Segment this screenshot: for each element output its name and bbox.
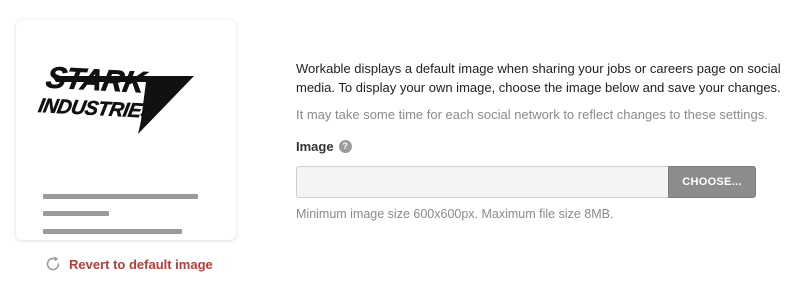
image-preview-card: STARK INDUSTRIES: [16, 20, 236, 240]
stark-industries-logo: STARK INDUSTRIES: [26, 56, 198, 146]
image-file-input[interactable]: [296, 166, 668, 198]
revert-label: Revert to default image: [69, 256, 213, 272]
logo-text-stark: STARK: [43, 61, 148, 100]
revert-icon: [46, 256, 60, 271]
description-line: media. To display your own image, choose…: [296, 80, 781, 95]
description-line: Workable displays a default image when s…: [296, 61, 781, 76]
image-size-hint: Minimum image size 600x600px. Maximum fi…: [296, 207, 614, 221]
choose-file-button[interactable]: CHOOSE...: [668, 166, 756, 198]
propagation-note: It may take some time for each social ne…: [296, 107, 768, 122]
image-label-text: Image: [296, 139, 334, 154]
social-image-settings: STARK INDUSTRIES Revert to default image…: [0, 0, 805, 298]
description-text: Workable displays a default image when s…: [296, 59, 796, 97]
placeholder-line: [43, 211, 109, 216]
revert-default-image-link[interactable]: Revert to default image: [44, 255, 213, 273]
placeholder-line: [43, 229, 182, 234]
help-icon[interactable]: ?: [338, 140, 352, 153]
image-field-label: Image ?: [296, 139, 352, 154]
placeholder-line: [43, 194, 198, 199]
